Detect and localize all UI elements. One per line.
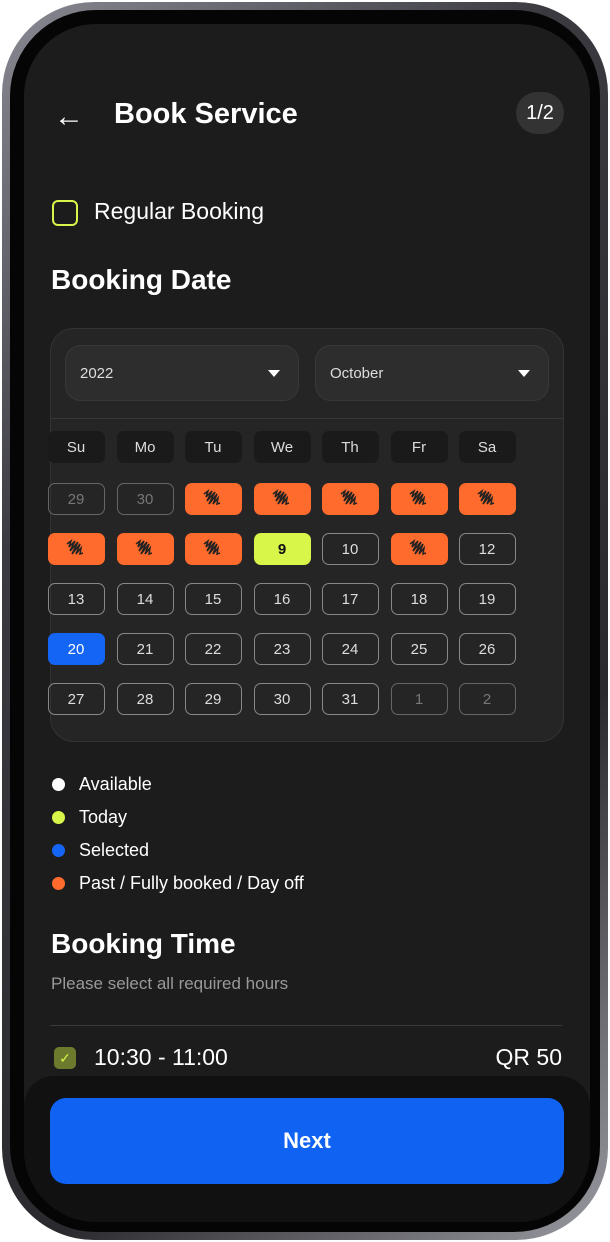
day-cell-available[interactable]: 14 [116, 583, 174, 615]
day-cell-available[interactable]: 26 [458, 633, 516, 665]
weekday-header: We [253, 431, 311, 463]
scribble-icon [203, 488, 221, 506]
legend-dot [52, 844, 65, 857]
scribble-icon [409, 488, 427, 506]
day-cell-muted: 1 [390, 683, 448, 715]
year-value: 2022 [80, 364, 114, 382]
day-cell-available[interactable]: 13 [47, 583, 105, 615]
day-cell-booked [184, 533, 242, 565]
day-cell-available[interactable]: 27 [47, 683, 105, 715]
day-cell-booked [458, 483, 516, 515]
month-value: October [330, 364, 384, 382]
legend-item: Selected [52, 840, 149, 861]
day-cell-booked [321, 483, 379, 515]
legend-dot [52, 811, 65, 824]
legend-label: Today [79, 807, 128, 827]
slot-price: QR 50 [495, 1044, 562, 1070]
caret-down-icon [268, 370, 280, 377]
legend-label: Available [79, 774, 152, 794]
day-cell-available[interactable]: 31 [321, 683, 379, 715]
regular-booking-label[interactable]: Regular Booking [94, 198, 264, 225]
legend-label: Past / Fully booked / Day off [79, 873, 304, 893]
legend-dot [52, 877, 65, 890]
day-cell-today[interactable]: 9 [253, 533, 311, 565]
legend-dot [52, 778, 65, 791]
day-cell-booked [390, 533, 448, 565]
next-button[interactable]: Next [50, 1098, 564, 1184]
weekday-header: Mo [116, 431, 174, 463]
day-cell-muted: 30 [116, 483, 174, 515]
day-cell-available[interactable]: 24 [321, 633, 379, 665]
day-cell-booked [116, 533, 174, 565]
day-cell-available[interactable]: 19 [458, 583, 516, 615]
scribble-icon [135, 538, 153, 556]
legend-label: Selected [79, 840, 150, 860]
day-cell-available[interactable]: 17 [321, 583, 379, 615]
day-cell-booked [390, 483, 448, 515]
day-cell-available[interactable]: 29 [184, 683, 242, 715]
day-cell-available[interactable]: 16 [253, 583, 311, 615]
weekday-header: Su [47, 431, 105, 463]
day-cell-booked [253, 483, 311, 515]
legend-item: Past / Fully booked / Day off [52, 873, 304, 894]
slot-checkbox[interactable]: ✓ [54, 1047, 76, 1069]
arrow-left-icon[interactable]: ← [54, 100, 84, 134]
day-cell-available[interactable]: 30 [253, 683, 311, 715]
regular-booking-checkbox[interactable] [52, 200, 78, 226]
divider [50, 1025, 562, 1026]
phone-frame: ← Book Service 1/2 Regular Booking Booki… [2, 2, 608, 1240]
calendar-card: 2022 October Su Mo Tu We Th Fr Sa 29 30 9 10 12 13 14… [47, 328, 564, 742]
step-indicator: 1/2 [516, 92, 564, 134]
day-cell-selected[interactable]: 20 [47, 633, 105, 665]
divider [51, 418, 563, 419]
scribble-icon [66, 538, 84, 556]
caret-down-icon [518, 370, 530, 377]
day-cell-booked [184, 483, 242, 515]
day-cell-available[interactable]: 21 [116, 633, 174, 665]
legend-item: Today [52, 807, 127, 828]
day-cell-available[interactable]: 22 [184, 633, 242, 665]
day-cell-available[interactable]: 28 [116, 683, 174, 715]
day-cell-available[interactable]: 12 [458, 533, 516, 565]
weekday-header: Th [321, 431, 379, 463]
weekday-header: Tu [184, 431, 242, 463]
scribble-icon [272, 488, 290, 506]
day-cell-available[interactable]: 23 [253, 633, 311, 665]
booking-time-title: Booking Time [51, 928, 236, 959]
scribble-icon [409, 538, 427, 556]
day-cell-available[interactable]: 10 [321, 533, 379, 565]
weekday-header: Fr [390, 431, 448, 463]
day-cell-muted: 2 [458, 683, 516, 715]
month-select[interactable]: October [315, 345, 549, 401]
slot-time: 10:30 - 11:00 [94, 1044, 228, 1070]
legend-item: Available [52, 774, 152, 795]
booking-time-subtitle: Please select all required hours [51, 974, 289, 993]
day-cell-available[interactable]: 15 [184, 583, 242, 615]
weekday-header: Sa [458, 431, 516, 463]
page-title: Book Service [114, 98, 298, 130]
scribble-icon [477, 488, 495, 506]
day-cell-booked [47, 533, 105, 565]
day-cell-available[interactable]: 25 [390, 633, 448, 665]
day-cell-muted: 29 [47, 483, 105, 515]
scribble-icon [203, 538, 221, 556]
screen: ← Book Service 1/2 Regular Booking Booki… [24, 24, 590, 1222]
scribble-icon [340, 488, 358, 506]
year-select[interactable]: 2022 [65, 345, 299, 401]
day-cell-available[interactable]: 18 [390, 583, 448, 615]
booking-date-title: Booking Date [51, 264, 232, 295]
